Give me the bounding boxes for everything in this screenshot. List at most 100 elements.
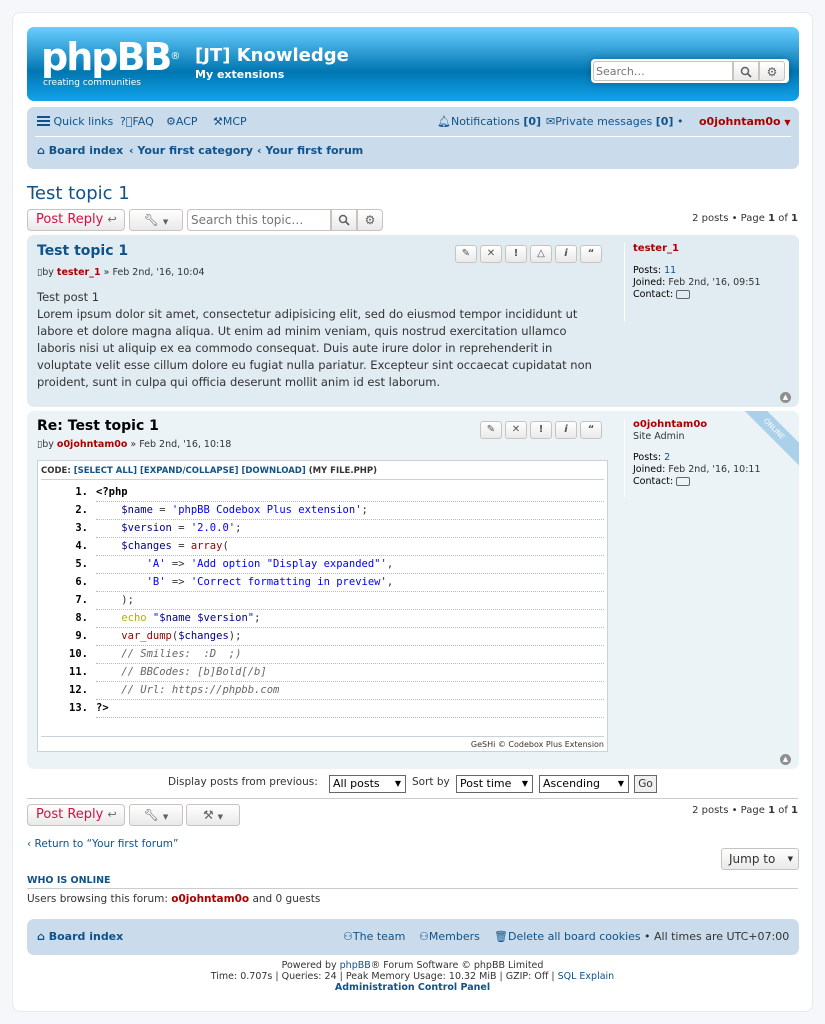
user-menu[interactable]: o0johntam0o ▼ (699, 115, 791, 128)
debug-stats: Time: 0.707s | Queries: 24 | Peak Memory… (210, 971, 615, 982)
search-button[interactable] (733, 61, 759, 81)
pagination-top: 2 posts • Page 1 of 1 (692, 213, 798, 224)
delete-cookies-link[interactable]: 🗑︎Delete all board cookies (494, 930, 641, 943)
return-to-forum-link[interactable]: ‹ Return to “Your first forum” (27, 838, 178, 850)
timezone-info: • All times are UTC+07:00 (644, 930, 790, 943)
delete-button[interactable]: ✕ (480, 245, 502, 263)
trash-icon: 🗑︎ (494, 930, 508, 943)
pagination-bottom: 2 posts • Page 1 of 1 (692, 805, 798, 816)
download-link[interactable]: [DOWNLOAD] (241, 466, 305, 476)
profile-posts-link[interactable]: 11 (664, 265, 676, 276)
code-line: 9. var_dump($changes); (38, 628, 607, 646)
quote-button[interactable]: “ (580, 421, 602, 439)
topic-advanced-search-button[interactable]: ⚙ (357, 209, 383, 231)
site-logo[interactable]: phpBB® (41, 37, 180, 77)
site-title[interactable]: [JT] Knowledge (195, 45, 349, 66)
profile-rank: Site Admin (633, 431, 685, 442)
back-to-top-button[interactable]: ▲ (780, 754, 791, 765)
online-users: Users browsing this forum: o0johntam0o a… (27, 893, 321, 905)
home-icon: ⌂ (37, 930, 45, 943)
post-title[interactable]: Re: Test topic 1 (37, 418, 159, 434)
divider (27, 888, 798, 889)
info-button[interactable]: i (555, 421, 577, 439)
exclamation-icon: ! (538, 424, 544, 435)
acp-link[interactable]: ⚙ACP (166, 115, 198, 128)
footer-board-index[interactable]: ⌂ Board index (37, 930, 123, 943)
sort-by-select[interactable]: Post time (456, 775, 533, 793)
navbar-divider (35, 136, 791, 137)
gavel-icon: ⚒ (213, 115, 223, 128)
report-button[interactable]: ! (505, 245, 527, 263)
delete-button[interactable]: ✕ (505, 421, 527, 439)
topic-tools-dropdown-bottom[interactable]: 🔧︎ ▼ (129, 804, 183, 826)
the-team-link[interactable]: ⚇The team (343, 930, 405, 943)
warn-button[interactable]: △ (530, 245, 552, 263)
logo-subtitle: creating communities (43, 78, 141, 88)
select-all-link[interactable]: [SELECT ALL] (74, 466, 137, 476)
code-line: 2. $name = 'phpBB Codebox Plus extension… (38, 502, 607, 520)
post-author-link[interactable]: tester_1 (57, 267, 101, 278)
page-wrap: phpBB® creating communities [JT] Knowled… (12, 12, 813, 1012)
profile-username[interactable]: o0johntam0o (633, 419, 789, 431)
exclamation-icon: ! (513, 248, 519, 259)
code-line: 11. // BBCodes: [b]Bold[/b] (38, 664, 607, 682)
acp-footer-link[interactable]: Administration Control Panel (13, 982, 812, 993)
post-meta: ▯by tester_1 » Feb 2nd, '16, 10:04 (37, 267, 205, 278)
post-author-link[interactable]: o0johntam0o (57, 439, 127, 450)
topic-tools-dropdown[interactable]: 🔧︎ ▼ (129, 209, 183, 231)
sort-direction-select[interactable]: Ascending (539, 775, 629, 793)
breadcrumb-board-index[interactable]: ⌂ Board index (37, 144, 123, 157)
expand-collapse-link[interactable]: [EXPAND/COLLAPSE] (140, 466, 238, 476)
topic-search-button[interactable] (331, 209, 357, 231)
quick-links-menu[interactable]: Quick links (37, 115, 113, 129)
post-profile: o0johntam0o Site Admin Posts: 2 Joined: … (624, 419, 789, 497)
code-box: CODE: [SELECT ALL] [EXPAND/COLLAPSE] [DO… (37, 460, 608, 752)
moderator-tools-dropdown[interactable]: ⚒ ▼ (186, 804, 240, 826)
report-button[interactable]: ! (530, 421, 552, 439)
info-icon: i (564, 424, 568, 435)
edit-button[interactable]: ✎ (455, 245, 477, 263)
divider (27, 798, 798, 799)
topic-search-input[interactable] (187, 209, 331, 231)
reply-icon: ↩ (107, 808, 117, 821)
contact-icon[interactable] (676, 477, 691, 486)
topic-title[interactable]: Test topic 1 (27, 183, 130, 204)
search-input[interactable] (593, 61, 733, 81)
sql-explain-link[interactable]: SQL Explain (558, 971, 615, 982)
breadcrumb-category[interactable]: ‹ Your first category (129, 144, 253, 157)
display-posts-select[interactable]: All posts (329, 775, 406, 793)
online-user-link[interactable]: o0johntam0o (171, 893, 249, 905)
post-reply-button[interactable]: Post Reply ↩ (27, 209, 125, 231)
post-profile: tester_1 Posts: 11 Joined: Feb 2nd, '16,… (624, 243, 789, 321)
bell-icon: 🔔︎ (437, 115, 451, 128)
faq-link[interactable]: ?⃝FAQ (120, 115, 154, 128)
info-icon: i (564, 248, 568, 259)
phpbb-link[interactable]: phpBB (340, 960, 371, 971)
profile-posts-link[interactable]: 2 (664, 452, 670, 463)
site-header: phpBB® creating communities [JT] Knowled… (27, 27, 799, 101)
breadcrumb-forum[interactable]: ‹ Your first forum (257, 144, 363, 157)
pencil-icon: ✎ (461, 248, 471, 259)
warning-icon: △ (537, 248, 545, 259)
members-link[interactable]: ⚇Members (419, 930, 480, 943)
go-button[interactable]: Go (634, 775, 657, 793)
jump-to-dropdown[interactable]: Jump to ▼ (721, 848, 799, 870)
profile-username[interactable]: tester_1 (633, 243, 789, 255)
private-messages-link[interactable]: ✉Private messages [0] • (546, 115, 683, 128)
caret-down-icon: ▼ (784, 118, 791, 127)
post-title[interactable]: Test topic 1 (37, 243, 128, 259)
info-button[interactable]: i (555, 245, 577, 263)
post-reply-button-bottom[interactable]: Post Reply ↩ (27, 804, 125, 826)
caret-down-icon: ▼ (162, 218, 169, 226)
contact-icon[interactable] (676, 290, 691, 299)
code-line: 13. ?> (38, 700, 607, 718)
who-is-online-heading[interactable]: WHO IS ONLINE (27, 875, 111, 886)
advanced-search-button[interactable]: ⚙ (759, 61, 785, 81)
quote-button[interactable]: “ (580, 245, 602, 263)
mcp-link[interactable]: ⚒MCP (213, 115, 247, 128)
back-to-top-button[interactable]: ▲ (780, 392, 791, 403)
code-line: 6. 'B' => 'Correct formatting in preview… (38, 574, 607, 592)
edit-button[interactable]: ✎ (480, 421, 502, 439)
powered-by: Powered by phpBB® Forum Software © phpBB… (281, 960, 544, 971)
notifications-link[interactable]: 🔔︎Notifications [0] (437, 115, 541, 128)
